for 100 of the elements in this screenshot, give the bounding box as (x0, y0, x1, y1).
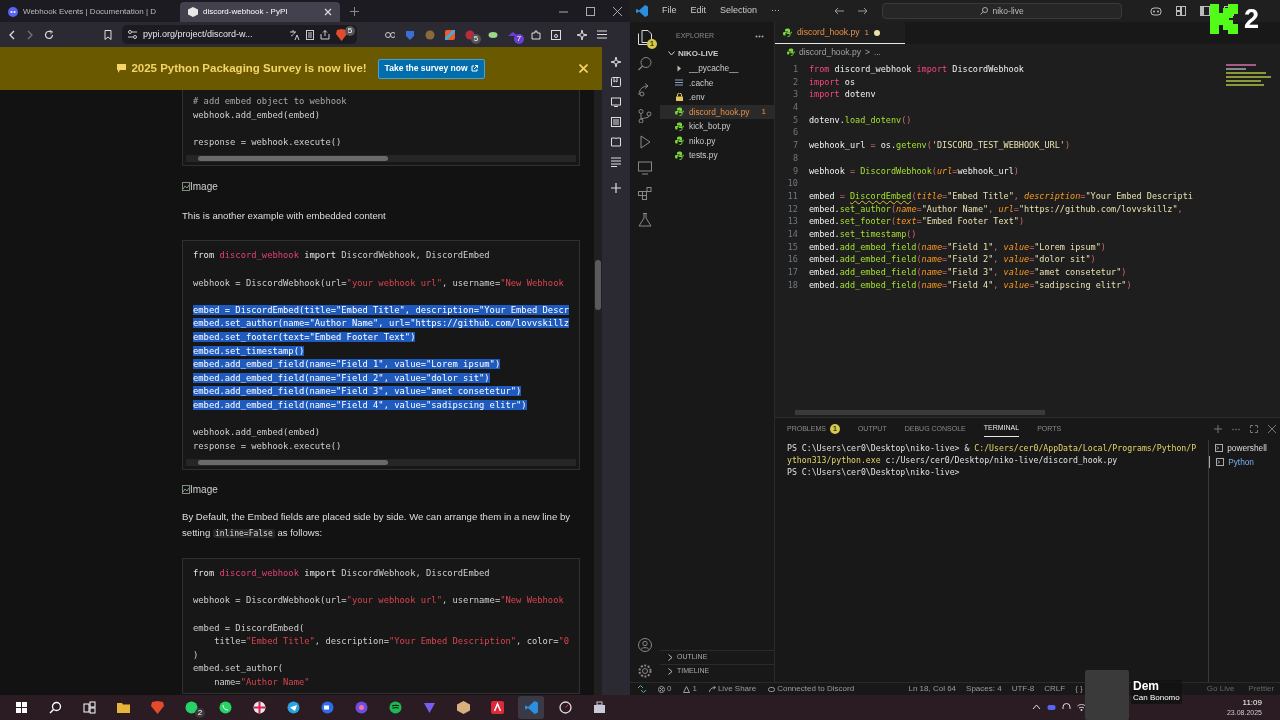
files-icon[interactable] (638, 30, 652, 45)
menu-item[interactable]: ··· (771, 4, 781, 18)
browser-tab[interactable]: Webhook Events | Documentation | D (0, 2, 180, 22)
explorer-entry[interactable]: discord_hook.py 1 (660, 104, 774, 119)
webcam-placeholder (1085, 670, 1129, 720)
maximize-icon[interactable] (1250, 425, 1259, 433)
letter-tile-icon[interactable] (490, 701, 504, 714)
toolbox-icon[interactable] (592, 701, 606, 714)
status-item[interactable]: Spaces: 4 (966, 683, 1002, 695)
code-line: import dotenv (809, 88, 876, 102)
explorer-entry[interactable]: __pycache__ (660, 61, 774, 76)
maximize-icon[interactable] (586, 6, 595, 16)
task-view-icon[interactable] (82, 701, 96, 714)
glasses-icon[interactable] (385, 29, 395, 40)
sliders-icon[interactable] (128, 30, 137, 39)
code-line: embed.set_author( (192, 662, 285, 676)
status-item[interactable]: Live Share (708, 683, 757, 695)
horizontal-scrollbar[interactable] (186, 459, 576, 467)
library-icon[interactable] (611, 117, 621, 127)
folder-icon[interactable] (116, 701, 130, 714)
cube-icon[interactable] (456, 701, 470, 714)
status-item[interactable]: UTF-8 (1011, 683, 1035, 695)
bookmark-icon[interactable] (611, 77, 621, 87)
account-icon[interactable] (638, 638, 652, 652)
reload-icon[interactable] (44, 29, 54, 40)
settings-icon[interactable] (638, 664, 652, 678)
editor-tab[interactable]: discord_hook.py 1 (775, 22, 905, 44)
extensions-icon[interactable] (638, 187, 652, 201)
command-search[interactable]: niko-live (882, 3, 1123, 19)
new-tab-icon[interactable] (350, 6, 359, 16)
close-icon[interactable] (1268, 425, 1277, 433)
record-icon[interactable] (354, 701, 368, 714)
sound-waves-icon[interactable] (388, 701, 402, 714)
terminal-line: PS C:\Users\cer0\Desktop\niko-live> & C:/Users/cer0/AppData/Local/Programs/Python/P (787, 442, 1197, 454)
explorer-entry[interactable]: .env (660, 90, 774, 105)
explorer-entry[interactable]: niko.py (660, 133, 774, 148)
breadcrumb-item[interactable]: discord_hook.py (799, 45, 861, 59)
chevron-up-icon[interactable] (1031, 703, 1041, 712)
terminal-line: ython313/python.exe c:/Users/cer0/Desktop/niko-live/discord_hook.py (787, 454, 1119, 466)
flask-icon[interactable] (638, 213, 652, 227)
clock-time[interactable]: 11:09 (1242, 697, 1262, 708)
translate-icon[interactable] (290, 29, 300, 40)
reader-icon[interactable] (306, 29, 314, 40)
forward-icon[interactable] (26, 29, 34, 40)
sparkle-icon[interactable] (611, 57, 621, 67)
window-icon[interactable] (551, 29, 561, 40)
horizontal-scrollbar[interactable] (186, 155, 576, 163)
browser-tab[interactable]: discord-webhook - PyPI (180, 2, 340, 22)
explorer-entry[interactable]: kick_bot.py (660, 119, 774, 134)
run-debug-icon[interactable] (638, 135, 652, 149)
source-control-icon[interactable] (638, 109, 652, 123)
back-icon[interactable] (834, 7, 845, 15)
menu-item[interactable]: Edit (690, 4, 707, 18)
explorer-entry[interactable]: .cache (660, 75, 774, 90)
puzzle-icon[interactable] (531, 29, 541, 40)
status-item[interactable]: 0 (658, 683, 672, 695)
status-item[interactable]: { } (1075, 683, 1083, 695)
code-logo-icon[interactable] (524, 701, 538, 714)
terminal-item[interactable]: powershell (1209, 442, 1280, 454)
breadcrumb-item[interactable]: > (864, 45, 870, 59)
copilot-icon[interactable] (1150, 6, 1163, 16)
explorer-entry[interactable]: tests.py (660, 148, 774, 163)
menu-icon[interactable] (597, 30, 607, 39)
wifi-icon[interactable] (1076, 703, 1086, 712)
sidebar-toggle-icon[interactable] (1200, 6, 1211, 16)
palette-icon[interactable] (445, 29, 455, 40)
close-icon[interactable] (613, 6, 622, 16)
headset-icon[interactable] (1061, 703, 1071, 712)
triangle-icon[interactable] (422, 701, 436, 714)
sparkle-icon[interactable] (577, 29, 587, 40)
status-item[interactable]: 1 (683, 683, 697, 695)
list-icon[interactable] (611, 157, 621, 167)
status-item[interactable]: CRLF (1044, 683, 1066, 695)
code-line: from discord_webhook import DiscordWebhook, DiscordEmbed (192, 567, 491, 581)
menu-item[interactable]: Selection (720, 4, 758, 18)
more-icon[interactable] (755, 34, 764, 38)
share-icon[interactable] (320, 29, 330, 40)
status-item[interactable]: Ln 18, Col 64 (908, 683, 957, 695)
camera-icon[interactable] (320, 701, 334, 714)
remote-explorer-icon[interactable] (638, 161, 652, 175)
folder-header[interactable]: NIKO-LIVE (660, 46, 774, 61)
paper-plane-icon[interactable] (286, 701, 300, 714)
streamer-subtitle: Can Bonomo (1133, 692, 1180, 704)
forward-icon[interactable] (858, 7, 869, 15)
remote-icon[interactable] (638, 685, 646, 693)
menu-item[interactable]: File (662, 4, 677, 18)
bookmark-icon[interactable] (104, 29, 112, 40)
layout-icon[interactable] (1176, 6, 1187, 16)
terminal-item[interactable]: Python (1209, 456, 1280, 468)
scrollbar-thumb[interactable] (595, 260, 601, 310)
shield-icon[interactable] (405, 29, 415, 40)
search-icon[interactable] (48, 701, 62, 714)
windows-icon[interactable] (14, 701, 28, 714)
survey-button[interactable]: Take the survey now (377, 58, 485, 79)
editor-scrollbar[interactable] (795, 410, 1045, 415)
cookie-icon[interactable] (425, 29, 435, 40)
address-bar[interactable]: pypi.org/project/discord-w... 5 (122, 25, 357, 44)
gauge-icon[interactable] (558, 701, 572, 714)
breadcrumb-item[interactable]: ... (873, 45, 881, 59)
status-item[interactable]: Connected to Discord (768, 683, 855, 695)
